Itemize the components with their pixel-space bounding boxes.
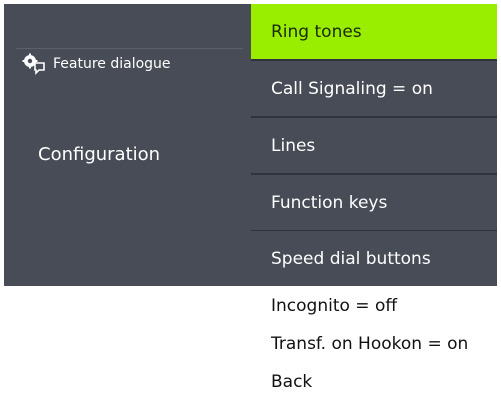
menu-item-label: Ring tones bbox=[271, 21, 362, 42]
menu-item-incognito[interactable]: Incognito = off bbox=[271, 296, 397, 316]
menu-item-label: Call Signaling = on bbox=[271, 78, 433, 99]
menu-item-ring-tones[interactable]: Ring tones bbox=[251, 4, 497, 59]
menu-item-call-signaling[interactable]: Call Signaling = on bbox=[251, 61, 497, 116]
menu-item-speed-dial-buttons[interactable]: Speed dial buttons bbox=[251, 231, 497, 286]
feature-dialogue-header: Feature dialogue bbox=[22, 53, 171, 75]
page-title: Configuration bbox=[38, 144, 161, 165]
menu-item-back[interactable]: Back bbox=[271, 372, 312, 392]
configuration-menu: Ring tones Call Signaling = on Lines Fun… bbox=[251, 4, 497, 286]
feature-dialogue-label: Feature dialogue bbox=[53, 56, 171, 72]
phone-display: Feature dialogue Configuration Ring tone… bbox=[4, 4, 497, 286]
menu-item-function-keys[interactable]: Function keys bbox=[251, 175, 497, 230]
menu-item-transfer-on-hookon[interactable]: Transf. on Hookon = on bbox=[271, 334, 468, 354]
feature-dialogue-icon bbox=[22, 53, 45, 75]
context-panel: Feature dialogue Configuration bbox=[4, 4, 251, 286]
header-divider bbox=[16, 48, 243, 49]
menu-item-lines[interactable]: Lines bbox=[251, 118, 497, 173]
menu-item-label: Lines bbox=[271, 135, 316, 156]
menu-item-label: Speed dial buttons bbox=[271, 248, 431, 269]
menu-item-label: Function keys bbox=[271, 192, 388, 213]
